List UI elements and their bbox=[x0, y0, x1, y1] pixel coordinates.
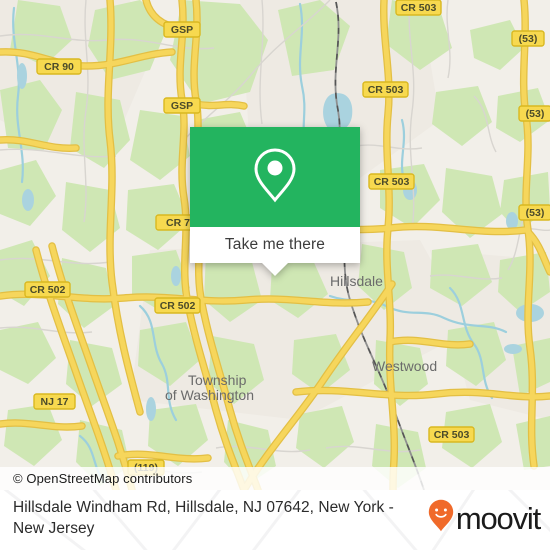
moovit-map-screenshot: Hillsdale Westwood Township of Washingto… bbox=[0, 0, 550, 550]
address-caption: Hillsdale Windham Rd, Hillsdale, NJ 0764… bbox=[13, 499, 394, 537]
svg-text:CR 502: CR 502 bbox=[30, 284, 66, 296]
road-shield: (53) bbox=[518, 105, 550, 122]
svg-text:GSP: GSP bbox=[171, 24, 193, 36]
road-shield: CR 90 bbox=[36, 58, 82, 75]
svg-text:CR 503: CR 503 bbox=[434, 429, 470, 441]
map-pin-icon bbox=[253, 147, 297, 208]
osm-attribution[interactable]: © OpenStreetMap contributors bbox=[0, 467, 550, 490]
road-shield: CR 502 bbox=[24, 281, 71, 298]
footer-bar: Hillsdale Windham Rd, Hillsdale, NJ 0764… bbox=[0, 490, 550, 550]
popup-header bbox=[190, 127, 360, 227]
svg-text:(53): (53) bbox=[526, 108, 545, 120]
take-me-there-label: Take me there bbox=[224, 236, 326, 253]
svg-text:(53): (53) bbox=[519, 33, 538, 45]
place-label: of Washington bbox=[165, 387, 254, 403]
svg-text:(53): (53) bbox=[526, 207, 545, 219]
svg-text:NJ 17: NJ 17 bbox=[40, 396, 68, 408]
road-shield: CR 503 bbox=[395, 0, 442, 16]
road-shield: GSP bbox=[163, 97, 201, 114]
svg-text:GSP: GSP bbox=[171, 100, 193, 112]
road-shield: (53) bbox=[518, 204, 550, 221]
road-shield: GSP bbox=[163, 21, 201, 38]
place-label: Westwood bbox=[372, 358, 437, 374]
svg-text:CR 7: CR 7 bbox=[166, 217, 190, 229]
svg-text:CR 502: CR 502 bbox=[160, 300, 196, 312]
svg-text:CR 90: CR 90 bbox=[44, 61, 74, 73]
moovit-logo[interactable]: moovit bbox=[428, 499, 541, 537]
popup-tail bbox=[262, 263, 288, 276]
svg-text:CR 503: CR 503 bbox=[401, 2, 437, 14]
road-shield: CR 502 bbox=[154, 297, 201, 314]
take-me-there-button[interactable]: Take me there bbox=[190, 227, 360, 263]
road-shield: (53) bbox=[511, 30, 545, 47]
road-shield: CR 503 bbox=[362, 81, 409, 98]
road-shield: NJ 17 bbox=[33, 393, 76, 410]
road-shield: CR 503 bbox=[368, 173, 415, 190]
svg-text:CR 503: CR 503 bbox=[374, 176, 410, 188]
map-popup-card[interactable]: Take me there bbox=[190, 127, 360, 276]
place-label: Township bbox=[188, 372, 247, 388]
moovit-wordmark: moovit bbox=[455, 500, 541, 536]
road-shield: CR 503 bbox=[428, 426, 475, 443]
moovit-smiley-pin-icon bbox=[428, 499, 454, 537]
svg-text:CR 503: CR 503 bbox=[368, 84, 404, 96]
osm-attribution-text: © OpenStreetMap contributors bbox=[13, 471, 193, 486]
